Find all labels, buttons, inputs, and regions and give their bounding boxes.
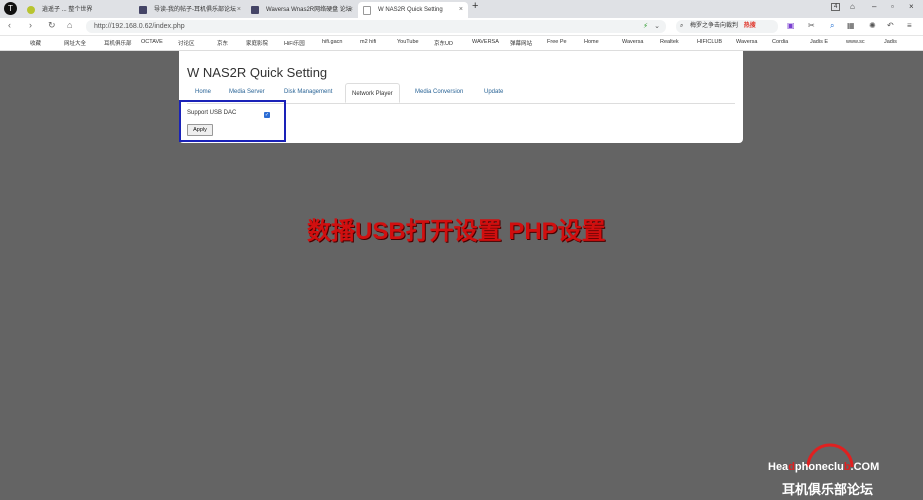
url-field[interactable]: http://192.168.0.62/index.php ⚡ ⌄ [86, 20, 666, 33]
bookmark-item[interactable]: Waversa [622, 39, 644, 45]
watermark-text-b: phoneclu [794, 461, 844, 473]
search-box[interactable]: ⌕ 梅罗之争击向裁判 热搜 [676, 20, 778, 33]
back-icon[interactable]: ‹ [8, 20, 11, 30]
watermark-text-c: .COM [850, 461, 880, 473]
bookmark-item[interactable]: Jadis [884, 39, 897, 45]
home-icon[interactable]: ⌂ [67, 20, 72, 30]
browser-tab[interactable]: Waversa Wnas2R网络硬盘 论坛 × [246, 2, 358, 18]
bookmark-item[interactable]: Waversa [736, 39, 758, 45]
tab-network-player[interactable]: Network Player [345, 83, 400, 103]
bookmark-item[interactable]: 家庭影院 [246, 39, 268, 47]
lightning-icon[interactable]: ⚡ [643, 20, 648, 33]
tab-label: W NAS2R Quick Setting [378, 7, 443, 13]
bookmark-item[interactable]: WAVERSA [472, 39, 499, 45]
tab-label: 导读-我的帖子-耳机俱乐部论坛 [154, 7, 236, 13]
bookmark-item[interactable]: Cordia [772, 39, 788, 45]
bookmark-item[interactable]: 收藏 [30, 39, 41, 47]
page-title: W NAS2R Quick Setting [187, 65, 328, 80]
bookmark-item[interactable]: 讨论区 [178, 39, 195, 47]
document-icon [363, 6, 371, 15]
bookmark-item[interactable]: hifi.gacn [322, 39, 343, 45]
tab-media-server[interactable]: Media Server [229, 89, 265, 95]
bookmark-item[interactable]: m2 hifi [360, 39, 376, 45]
watermark-text-a: Hea [768, 461, 789, 473]
bookmark-item[interactable]: HiFi乐园 [284, 39, 305, 47]
forum-watermark: Headphoneclub.COM 耳机俱乐部论坛 [766, 443, 923, 500]
tab-count-badge[interactable]: 4 [831, 3, 841, 11]
bookmark-item[interactable]: YouTube [397, 39, 419, 45]
bookmark-item[interactable]: Free Pe [547, 39, 567, 45]
bookmarks-bar: 收藏 网址大全 耳机俱乐部 OCTAVE 讨论区 京东 家庭影院 HiFi乐园 … [0, 36, 923, 51]
bookmark-item[interactable]: 京东 [217, 39, 228, 47]
hot-search-badge: 热搜 [743, 23, 756, 29]
tab-media-conversion[interactable]: Media Conversion [415, 89, 463, 95]
chevron-down-icon[interactable]: ⌄ [654, 20, 660, 33]
address-bar: ‹ › ↻ ⌂ http://192.168.0.62/index.php ⚡ … [0, 18, 923, 36]
minimize-icon[interactable]: – [872, 2, 876, 11]
undo-icon[interactable]: ↶ [887, 21, 894, 30]
new-tab-icon[interactable]: + [472, 0, 478, 12]
watermark-chinese: 耳机俱乐部论坛 [782, 482, 874, 497]
annotation-caption: 数播USB打开设置 PHP设置 [307, 218, 606, 245]
tab-home[interactable]: Home [195, 89, 211, 95]
settings-icon[interactable]: ✺ [869, 21, 876, 30]
browser-tab[interactable]: 逍遥子 ... 整个世界 [22, 2, 134, 18]
scissors-icon[interactable]: ✂ [808, 21, 815, 30]
tab-favicon-icon [251, 6, 259, 14]
tab-label: Waversa Wnas2R网络硬盘 论坛 [266, 7, 352, 13]
bookmark-item[interactable]: Jadis E [810, 39, 828, 45]
browser-tab-active[interactable]: W NAS2R Quick Setting × [358, 2, 468, 18]
close-window-icon[interactable]: × [909, 2, 914, 11]
bookmark-item[interactable]: HIFICLUB [697, 39, 722, 45]
browser-tab-bar: T 逍遥子 ... 整个世界 导读-我的帖子-耳机俱乐部论坛 × Waversa… [0, 0, 923, 18]
magnifier-icon[interactable]: ⌕ [830, 21, 834, 31]
tab-favicon-icon [139, 6, 147, 14]
bookmark-item[interactable]: 网址大全 [64, 39, 86, 47]
bookmark-item[interactable]: OCTAVE [141, 39, 163, 45]
browser-tab[interactable]: 导读-我的帖子-耳机俱乐部论坛 × [134, 2, 246, 18]
bookmark-item[interactable]: 京东UD [434, 39, 453, 47]
watermark-d-left: d [788, 461, 795, 473]
url-text: http://192.168.0.62/index.php [94, 23, 185, 30]
bookmark-item[interactable]: www.sc [846, 39, 865, 45]
close-tab-icon[interactable]: × [237, 2, 241, 18]
browser-logo-icon[interactable]: T [4, 2, 17, 15]
menu-icon[interactable]: ≡ [907, 21, 912, 30]
close-tab-icon[interactable]: × [349, 2, 353, 18]
tab-favicon-icon [27, 6, 35, 14]
tab-update[interactable]: Update [484, 89, 503, 95]
forward-icon[interactable]: › [29, 20, 32, 30]
shirt-icon[interactable]: ⌂ [850, 2, 855, 11]
extension-icon[interactable]: ▣ [787, 21, 795, 30]
tab-disk-management[interactable]: Disk Management [284, 89, 332, 95]
bookmark-item[interactable]: Home [584, 39, 599, 45]
search-icon: ⌕ [680, 23, 684, 29]
maximize-icon[interactable]: ▫ [891, 2, 894, 11]
search-text: 梅罗之争击向裁判 [690, 23, 739, 29]
bookmark-item[interactable]: Realtek [660, 39, 679, 45]
close-tab-icon[interactable]: × [459, 2, 463, 18]
apps-grid-icon[interactable]: ▦ [847, 21, 855, 30]
bookmark-item[interactable]: 耳机俱乐部 [104, 39, 132, 47]
refresh-icon[interactable]: ↻ [48, 20, 56, 31]
watermark-b-right: b [843, 461, 851, 473]
bookmark-item[interactable]: 弹幕网站 [510, 39, 532, 47]
tab-label: 逍遥子 ... 整个世界 [42, 7, 93, 13]
highlight-box [179, 100, 286, 142]
